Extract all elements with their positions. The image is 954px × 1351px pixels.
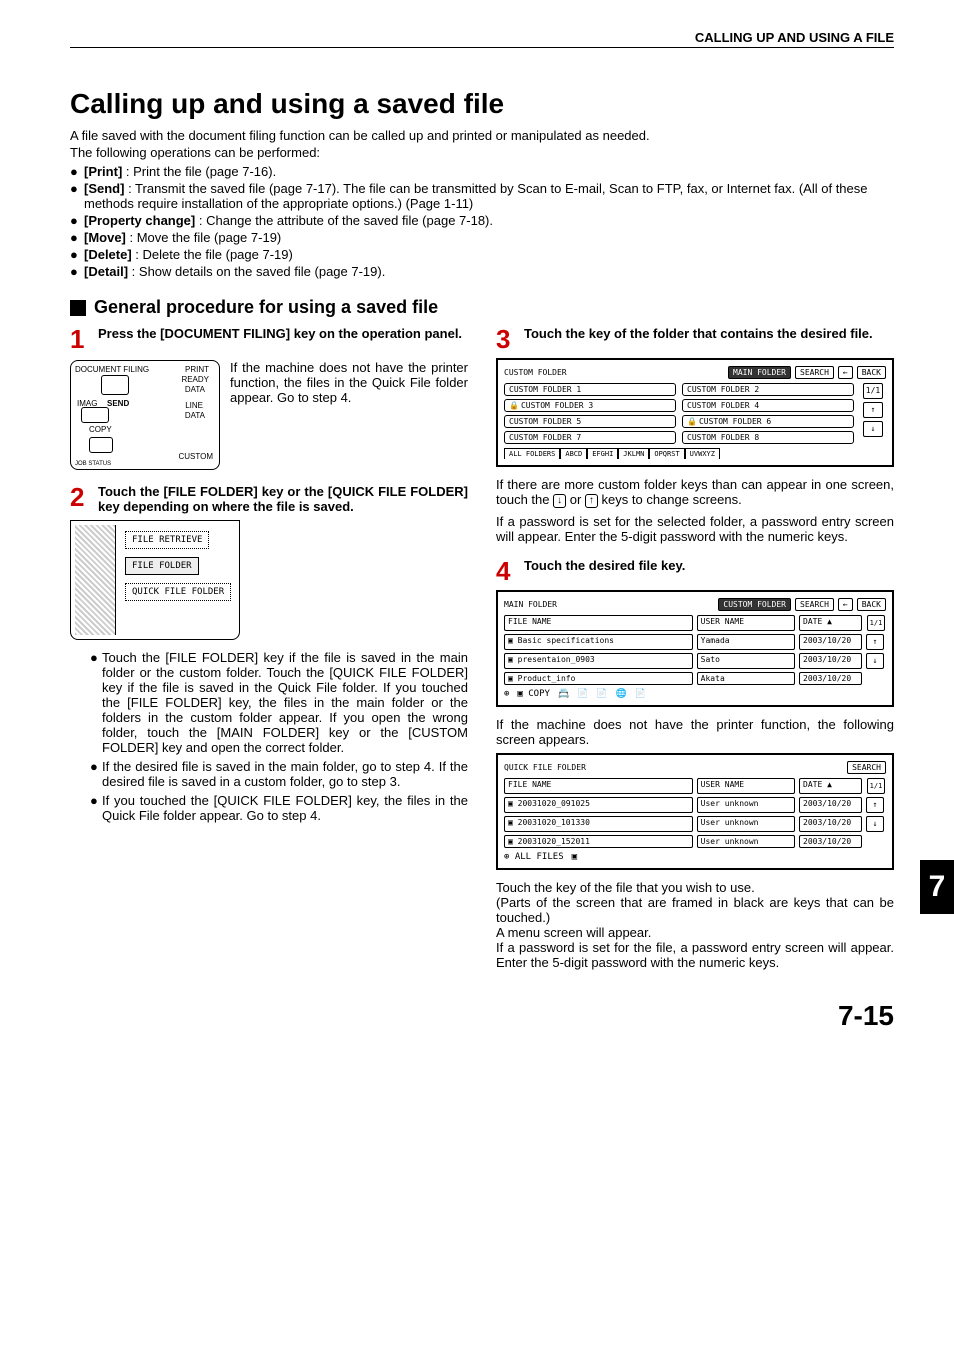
step-4-after-4: If a password is set for the file, a pas… — [496, 940, 894, 970]
step-2-bullet-1: Touch the [FILE FOLDER] key if the file … — [102, 650, 468, 755]
step-1-title: Press the [DOCUMENT FILING] key on the o… — [98, 326, 468, 352]
step-3-number: 3 — [496, 326, 516, 352]
step-4-after-2: (Parts of the screen that are framed in … — [496, 895, 894, 925]
step-2-bullet-3: If you touched the [QUICK FILE FOLDER] k… — [102, 793, 468, 823]
subsection-heading: General procedure for using a saved file — [94, 297, 438, 318]
quick-file-folder-screen: QUICK FILE FOLDER SEARCH FILE NAME USER … — [496, 753, 894, 870]
bullet-print: [Print] : Print the file (page 7-16). — [84, 164, 894, 179]
bullet-property: [Property change] : Change the attribute… — [84, 213, 894, 228]
page-title: Calling up and using a saved file — [70, 88, 894, 120]
step-2-number: 2 — [70, 484, 90, 514]
section-marker-icon — [70, 300, 86, 316]
step-1-body: If the machine does not have the printer… — [230, 360, 468, 470]
running-header: CALLING UP AND USING A FILE — [70, 30, 894, 48]
step-3-title: Touch the key of the folder that contain… — [524, 326, 894, 352]
bullet-send: [Send] : Transmit the saved file (page 7… — [84, 181, 894, 211]
intro-line-2: The following operations can be performe… — [70, 145, 894, 160]
operation-panel-drawing: DOCUMENT FILING PRINT READY DATA IMAG SE… — [70, 360, 220, 470]
step-4-number: 4 — [496, 558, 516, 584]
intro-line-1: A file saved with the document filing fu… — [70, 128, 894, 143]
main-folder-screen: MAIN FOLDER CUSTOM FOLDER SEARCH ← BACK … — [496, 590, 894, 707]
step-2-bullet-2: If the desired file is saved in the main… — [102, 759, 468, 789]
up-arrow-key-icon: ↑ — [585, 494, 598, 508]
step-1-number: 1 — [70, 326, 90, 352]
step-4-mid: If the machine does not have the printer… — [496, 717, 894, 747]
bullet-detail: [Detail] : Show details on the saved fil… — [84, 264, 894, 279]
step-4-after-1: Touch the key of the file that you wish … — [496, 880, 894, 895]
step-4-after-3: A menu screen will appear. — [496, 925, 894, 940]
operation-bullets: ●[Print] : Print the file (page 7-16). ●… — [70, 164, 894, 279]
step-3-after-1: If there are more custom folder keys tha… — [496, 477, 894, 508]
down-arrow-key-icon: ↓ — [553, 494, 566, 508]
bullet-delete: [Delete] : Delete the file (page 7-19) — [84, 247, 894, 262]
step-2-title: Touch the [FILE FOLDER] key or the [QUIC… — [98, 484, 468, 514]
custom-folder-screen: CUSTOM FOLDER MAIN FOLDER SEARCH ← BACK … — [496, 358, 894, 467]
file-retrieve-drawing: FILE RETRIEVE FILE FOLDER QUICK FILE FOL… — [70, 520, 240, 640]
chapter-tab: 7 — [920, 860, 954, 914]
page-number: 7-15 — [70, 1000, 894, 1032]
step-3-after-2: If a password is set for the selected fo… — [496, 514, 894, 544]
bullet-move: [Move] : Move the file (page 7-19) — [84, 230, 894, 245]
step-4-title: Touch the desired file key. — [524, 558, 894, 584]
